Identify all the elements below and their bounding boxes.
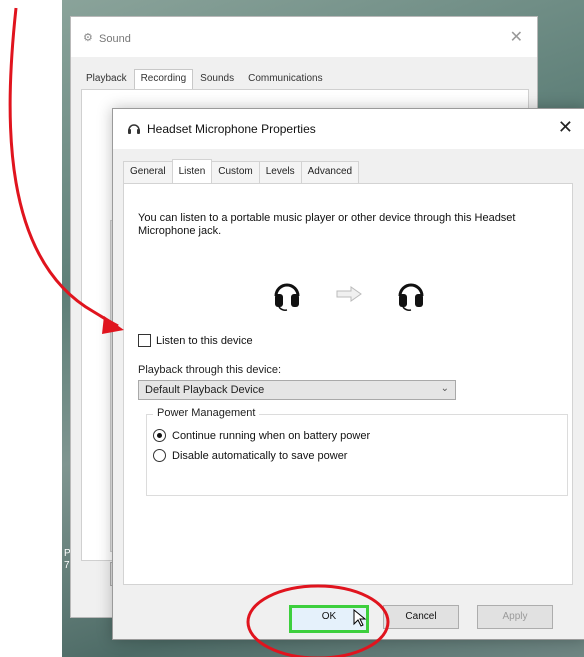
tab-general[interactable]: General — [123, 161, 173, 183]
close-icon[interactable]: ✕ — [510, 27, 523, 47]
mouse-cursor-icon — [353, 609, 367, 627]
listen-checkbox[interactable] — [138, 334, 151, 347]
listen-tab-panel: You can listen to a portable music playe… — [123, 183, 573, 585]
sound-window-title: Sound — [99, 33, 131, 45]
radio-continue-label: Continue running when on battery power — [172, 429, 371, 442]
power-management-label: Power Management — [153, 407, 260, 419]
chevron-down-icon: ⌄ — [440, 383, 449, 394]
tab-sounds[interactable]: Sounds — [193, 69, 241, 89]
radio-continue[interactable] — [153, 429, 166, 442]
sound-tabs: Playback Recording Sounds Communications — [79, 69, 330, 89]
tab-playback[interactable]: Playback — [79, 69, 134, 89]
routing-icons — [272, 276, 432, 316]
radio-continue-row[interactable]: Continue running when on battery power — [153, 429, 370, 442]
dialog-title: Headset Microphone Properties — [147, 122, 316, 136]
tab-advanced[interactable]: Advanced — [300, 161, 360, 183]
listen-description: You can listen to a portable music playe… — [138, 212, 516, 237]
listen-checkbox-label: Listen to this device — [156, 334, 253, 347]
playback-device-select[interactable]: Default Playback Device ⌄ — [138, 380, 456, 400]
cancel-button[interactable]: Cancel — [383, 605, 459, 629]
playback-device-value: Default Playback Device — [145, 384, 265, 396]
headset-icon — [398, 283, 424, 311]
speaker-icon: ⚙ — [83, 32, 93, 44]
listen-checkbox-row[interactable]: Listen to this device — [138, 334, 253, 347]
arrow-right-icon — [336, 286, 362, 302]
sound-titlebar: ⚙ Sound ✕ — [71, 17, 537, 57]
playback-device-label: Playback through this device: — [138, 364, 282, 376]
tab-listen[interactable]: Listen — [171, 159, 213, 183]
radio-disable[interactable] — [153, 449, 166, 462]
apply-button[interactable]: Apply — [477, 605, 553, 629]
tab-levels[interactable]: Levels — [258, 161, 302, 183]
close-icon[interactable]: ✕ — [558, 117, 573, 138]
radio-disable-label: Disable automatically to save power — [172, 449, 348, 462]
power-management-group: Power Management Continue running when o… — [146, 407, 568, 496]
radio-disable-row[interactable]: Disable automatically to save power — [153, 449, 347, 462]
headset-properties-dialog: Headset Microphone Properties ✕ General … — [112, 108, 584, 640]
microphone-icon — [128, 124, 140, 134]
dialog-titlebar: Headset Microphone Properties ✕ — [113, 109, 584, 149]
headset-icon — [274, 283, 300, 311]
dialog-tabs: General Listen Custom Levels Advanced — [123, 159, 360, 183]
tab-communications[interactable]: Communications — [241, 69, 329, 89]
tab-recording[interactable]: Recording — [133, 69, 194, 89]
tab-custom[interactable]: Custom — [211, 161, 260, 183]
